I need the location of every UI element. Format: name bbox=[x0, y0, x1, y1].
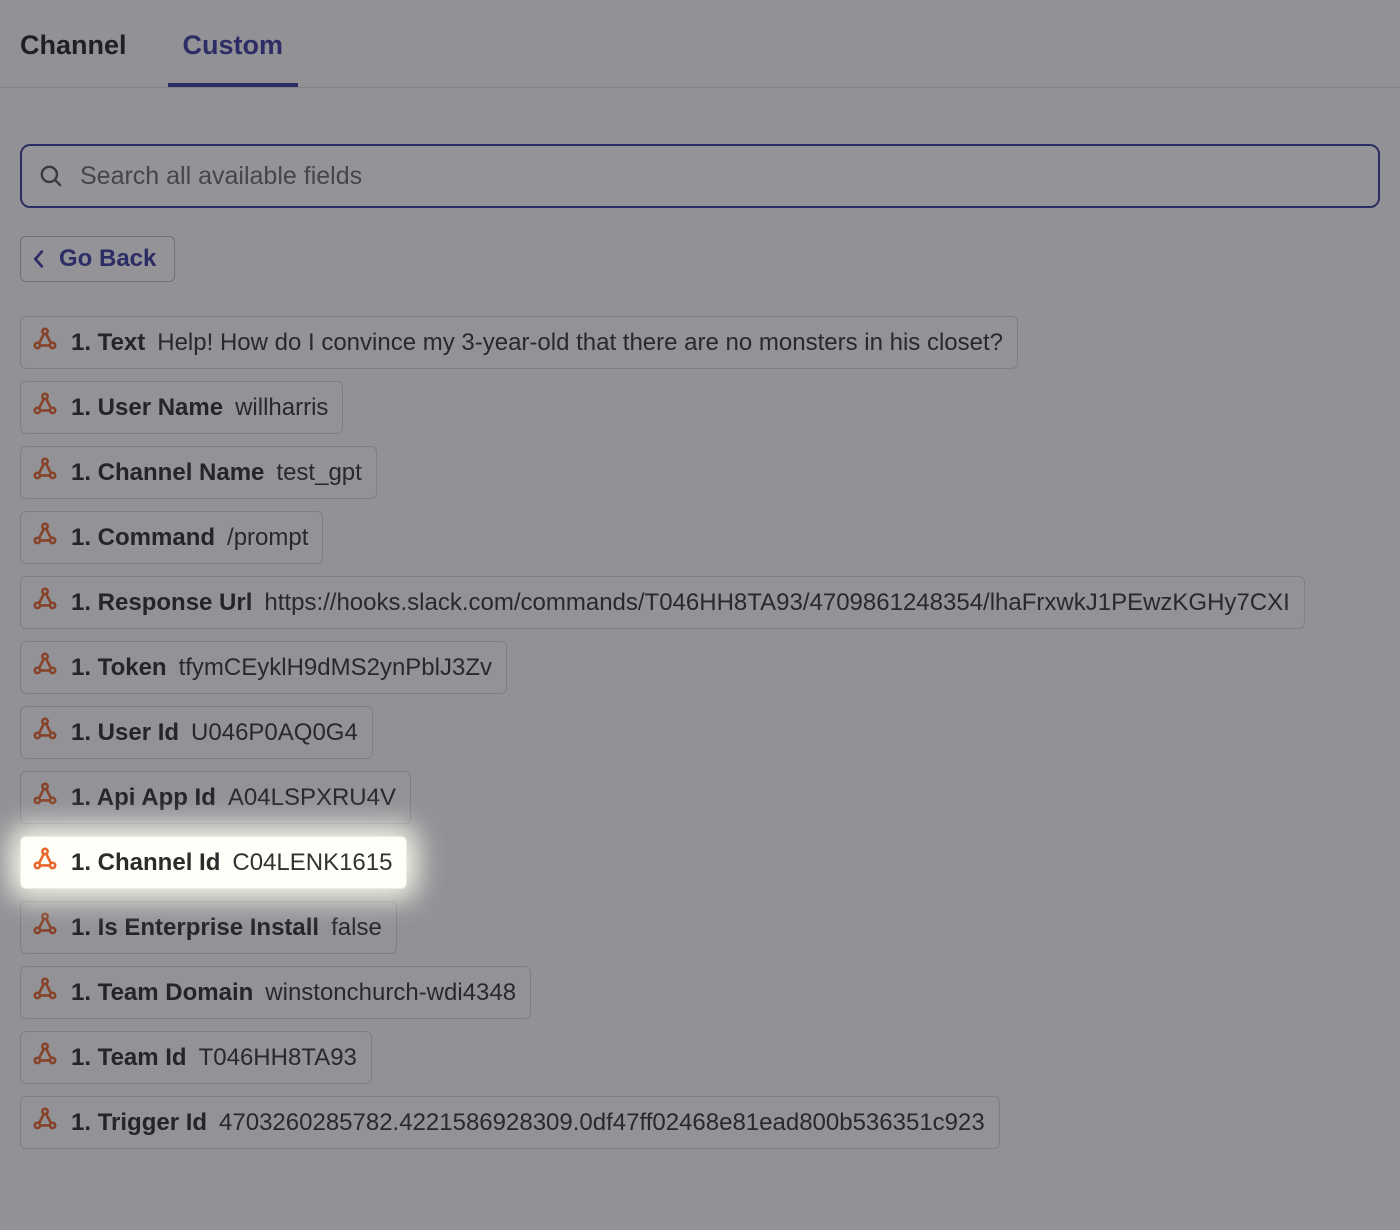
field-label: 1. Token bbox=[71, 654, 167, 682]
field-value: /prompt bbox=[227, 524, 308, 552]
field-value: 4703260285782.4221586928309.0df47ff02468… bbox=[219, 1109, 985, 1137]
go-back-label: Go Back bbox=[59, 245, 156, 273]
webhook-icon bbox=[31, 650, 59, 685]
webhook-icon bbox=[31, 780, 59, 815]
field-item[interactable]: 1. User Id U046P0AQ0G4 bbox=[20, 706, 373, 759]
field-value: winstonchurch-wdi4348 bbox=[265, 979, 516, 1007]
field-item[interactable]: 1. Trigger Id 4703260285782.4221586928309… bbox=[20, 1096, 1000, 1149]
webhook-icon bbox=[31, 975, 59, 1010]
field-item[interactable]: 1. Response Url https://hooks.slack.com/c… bbox=[20, 576, 1305, 629]
field-label: 1. Channel Id bbox=[71, 849, 220, 877]
webhook-icon bbox=[31, 910, 59, 945]
webhook-icon bbox=[31, 1040, 59, 1075]
webhook-icon bbox=[31, 325, 59, 360]
field-label: 1. Command bbox=[71, 524, 215, 552]
field-label: 1. Team Id bbox=[71, 1044, 187, 1072]
field-list: 1. Text Help! How do I convince my 3-year… bbox=[20, 316, 1380, 1149]
field-label: 1. Api App Id bbox=[71, 784, 216, 812]
search-field-wrapper[interactable] bbox=[20, 144, 1380, 208]
webhook-icon bbox=[31, 520, 59, 555]
tabs-bar: Channel Custom bbox=[0, 0, 1400, 88]
field-value: U046P0AQ0G4 bbox=[191, 719, 358, 747]
field-item[interactable]: 1. Api App Id A04LSPXRU4V bbox=[20, 771, 411, 824]
field-item[interactable]: 1. Team Id T046HH8TA93 bbox=[20, 1031, 372, 1084]
field-value: https://hooks.slack.com/commands/T046HH8… bbox=[264, 589, 1289, 617]
field-label: 1. Response Url bbox=[71, 589, 252, 617]
webhook-icon bbox=[31, 845, 59, 880]
search-icon bbox=[38, 163, 64, 189]
field-value: false bbox=[331, 914, 382, 942]
field-label: 1. Trigger Id bbox=[71, 1109, 207, 1137]
field-value: willharris bbox=[235, 394, 328, 422]
field-label: 1. User Id bbox=[71, 719, 179, 747]
field-value: T046HH8TA93 bbox=[199, 1044, 357, 1072]
field-item[interactable]: 1. Token tfymCEyklH9dMS2ynPblJ3Zv bbox=[20, 641, 507, 694]
field-item[interactable]: 1. Command/prompt bbox=[20, 511, 323, 564]
go-back-button[interactable]: Go Back bbox=[20, 236, 175, 282]
field-label: 1. Is Enterprise Install bbox=[71, 914, 319, 942]
search-input[interactable] bbox=[80, 162, 1362, 191]
webhook-icon bbox=[31, 1105, 59, 1140]
field-item[interactable]: 1. Team Domain winstonchurch-wdi4348 bbox=[20, 966, 531, 1019]
webhook-icon bbox=[31, 715, 59, 750]
webhook-icon bbox=[31, 390, 59, 425]
field-item[interactable]: 1. User Name willharris bbox=[20, 381, 343, 434]
field-item[interactable]: 1. Is Enterprise Install false bbox=[20, 901, 397, 954]
field-item[interactable]: 1. Text Help! How do I convince my 3-year… bbox=[20, 316, 1018, 369]
field-value: C04LENK1615 bbox=[232, 849, 392, 877]
field-value: A04LSPXRU4V bbox=[228, 784, 396, 812]
field-label: 1. Channel Name bbox=[71, 459, 264, 487]
field-label: 1. Team Domain bbox=[71, 979, 253, 1007]
tab-custom[interactable]: Custom bbox=[183, 30, 284, 87]
field-item[interactable]: 1. Channel Name test_gpt bbox=[20, 446, 377, 499]
field-label: 1. Text bbox=[71, 329, 145, 357]
field-value: test_gpt bbox=[276, 459, 361, 487]
chevron-left-icon bbox=[31, 248, 47, 270]
tab-channel[interactable]: Channel bbox=[20, 30, 127, 87]
field-item[interactable]: 1. Channel Id C04LENK1615 bbox=[20, 836, 407, 889]
webhook-icon bbox=[31, 585, 59, 620]
field-value: tfymCEyklH9dMS2ynPblJ3Zv bbox=[179, 654, 492, 682]
field-label: 1. User Name bbox=[71, 394, 223, 422]
field-value: Help! How do I convince my 3-year-old th… bbox=[157, 329, 1003, 357]
webhook-icon bbox=[31, 455, 59, 490]
